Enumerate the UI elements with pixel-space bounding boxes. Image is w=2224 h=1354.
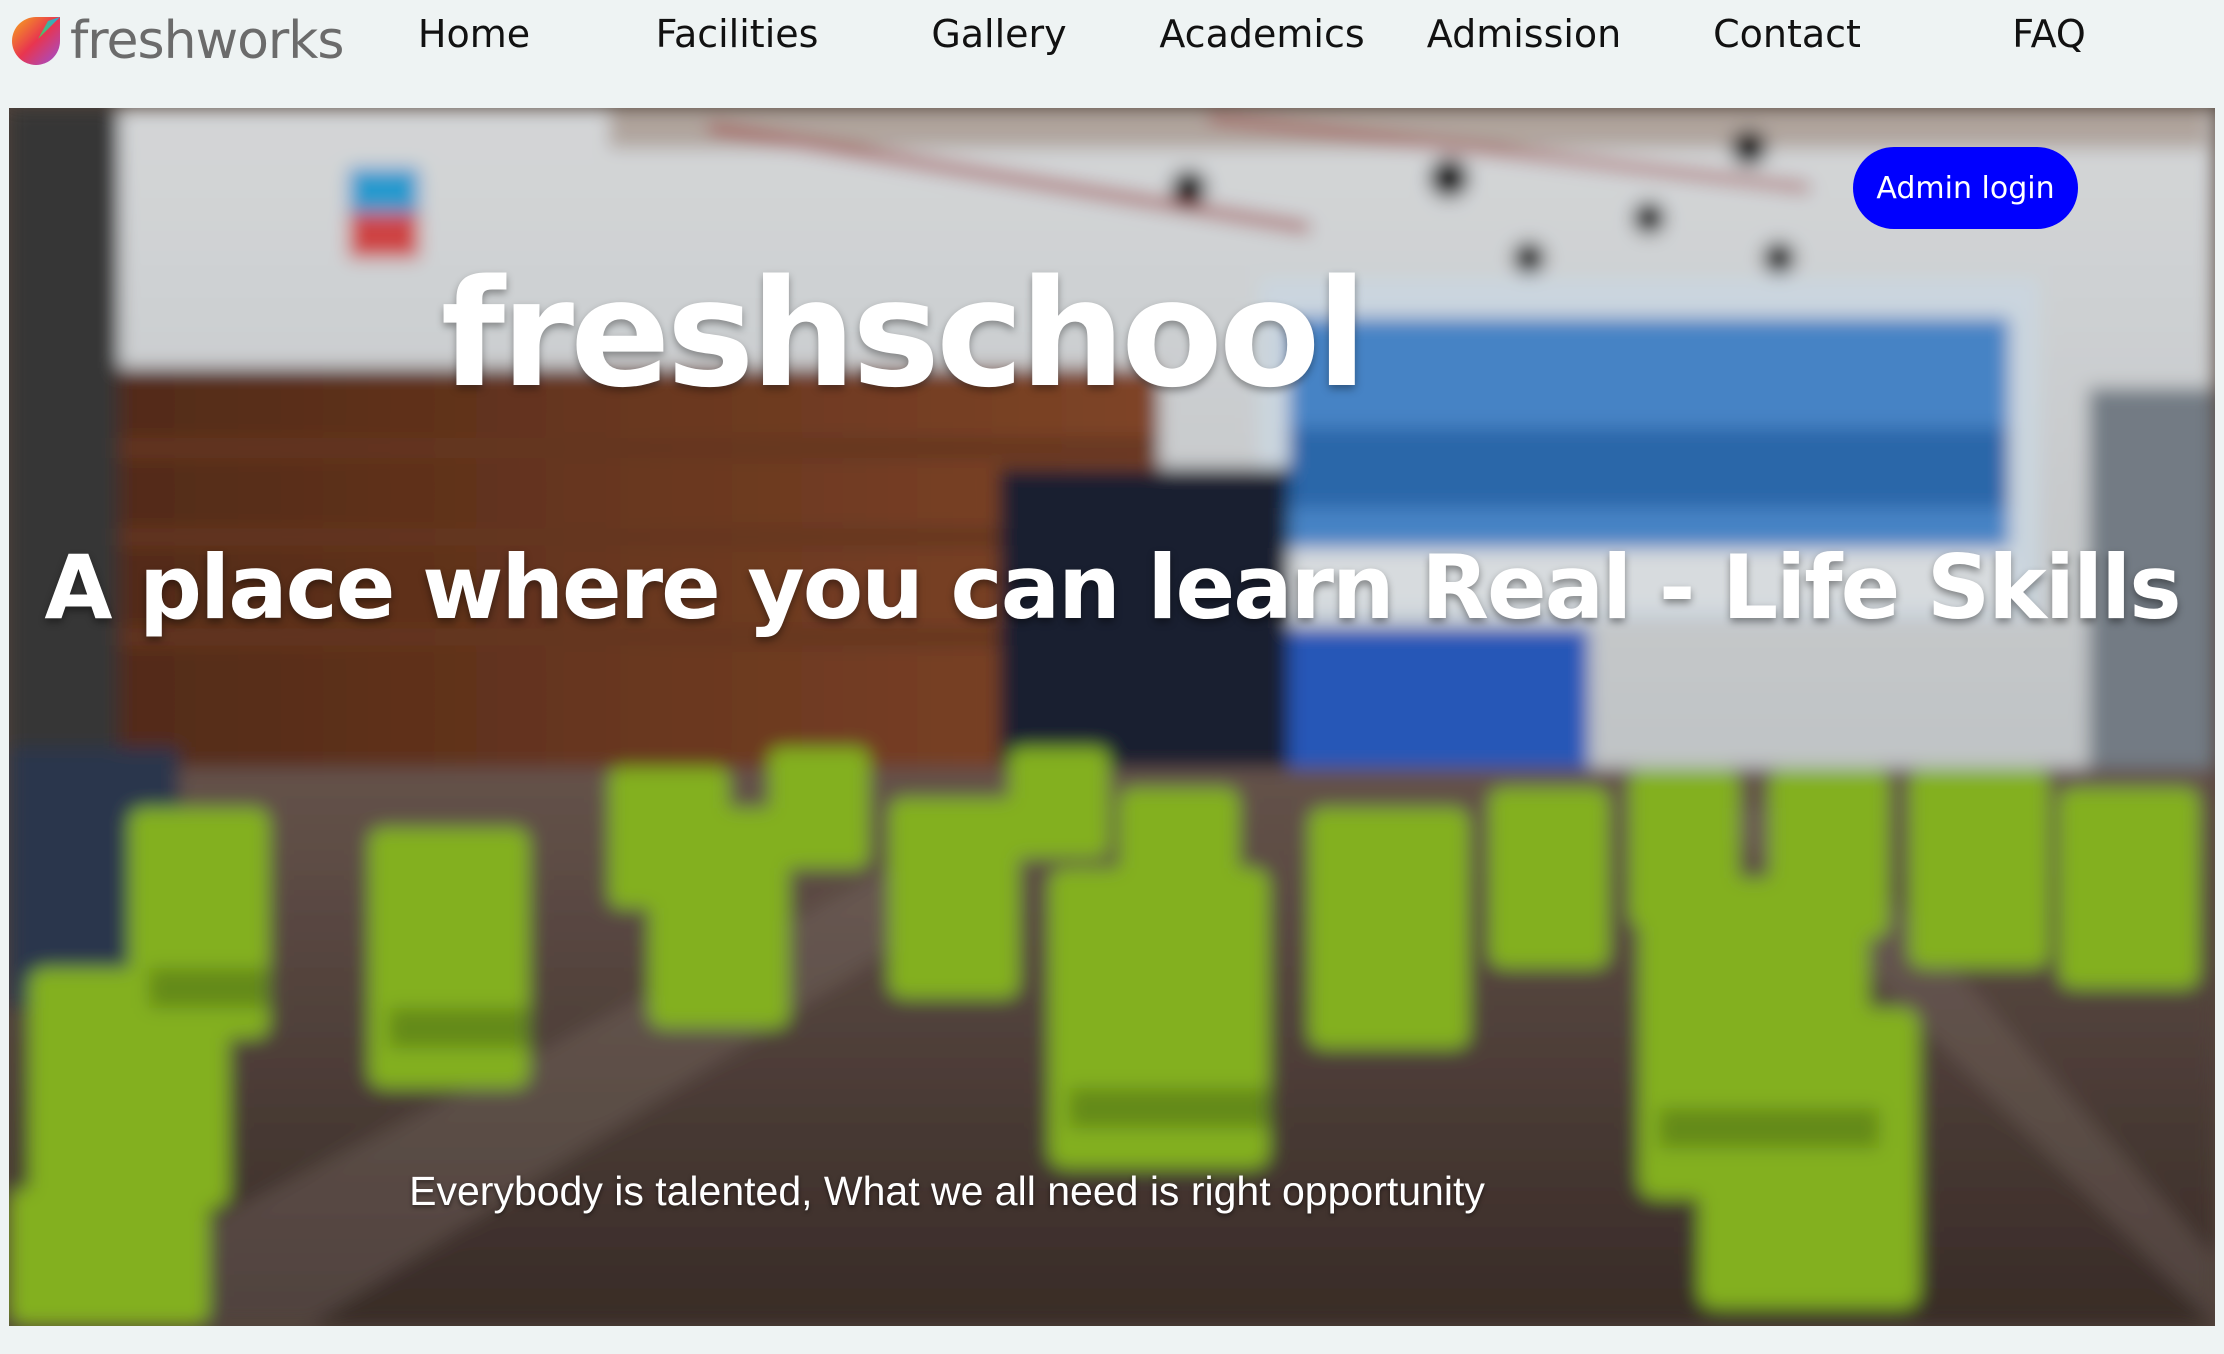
admin-login-button[interactable]: Admin login xyxy=(1853,147,2078,229)
brand-name: freshworks xyxy=(70,11,345,71)
nav-home[interactable]: Home xyxy=(418,8,530,60)
hero-title: freshschool xyxy=(440,248,1367,420)
brand-logo[interactable]: freshworks xyxy=(8,6,345,76)
nav-gallery[interactable]: Gallery xyxy=(931,8,1066,60)
nav-facilities[interactable]: Facilities xyxy=(656,8,819,60)
freshworks-logo-icon xyxy=(12,17,60,65)
nav-faq[interactable]: FAQ xyxy=(2012,8,2086,60)
hero-tagline: A place where you can learn Real - Life … xyxy=(44,536,2181,639)
hero-subtitle: Everybody is talented, What we all need … xyxy=(409,1168,1485,1214)
hero-section: Admin login freshschool A place where yo… xyxy=(9,108,2215,1326)
nav-contact[interactable]: Contact xyxy=(1713,8,1861,60)
top-navigation-bar: freshworks Home Facilities Gallery Acade… xyxy=(0,0,2224,108)
nav-academics[interactable]: Academics xyxy=(1159,8,1364,60)
nav-admission[interactable]: Admission xyxy=(1427,8,1622,60)
